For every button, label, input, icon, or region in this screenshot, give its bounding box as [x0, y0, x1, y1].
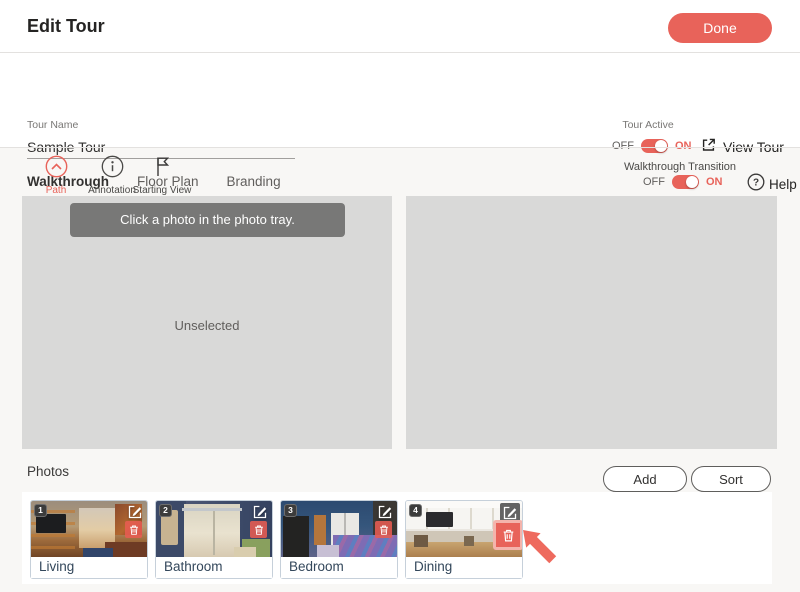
photo-number-badge: 4 — [409, 504, 422, 517]
thumbnail-art — [184, 504, 240, 557]
tour-active-off-label: OFF — [612, 140, 634, 152]
preview-panel[interactable] — [406, 196, 777, 449]
tour-active-toggle[interactable] — [641, 139, 668, 153]
tour-active-label: Tour Active — [600, 119, 696, 131]
add-photo-button[interactable]: Add — [603, 466, 687, 492]
photo-number-badge: 3 — [284, 504, 297, 517]
edit-photo-icon[interactable] — [252, 504, 268, 520]
tabs-divider — [0, 147, 800, 148]
photo-card-bathroom[interactable]: 2 Bathroom — [155, 500, 273, 579]
tour-active-toggle-row: OFF ON — [612, 139, 692, 153]
photo-number-badge: 2 — [159, 504, 172, 517]
photo-name-label: Living — [31, 557, 147, 578]
info-circle-icon — [101, 155, 124, 183]
photo-tray: 1 Living 2 Bathroom — [22, 492, 772, 584]
tool-path[interactable]: Path — [26, 155, 86, 196]
unselected-placeholder: Unselected — [22, 318, 392, 333]
toggle-knob — [655, 140, 667, 152]
tool-starting-view-label: Starting View — [132, 185, 192, 196]
tour-name-label: Tour Name — [27, 119, 78, 131]
thumbnail-art — [234, 547, 256, 557]
tool-starting-view[interactable]: Starting View — [132, 155, 192, 196]
tour-settings-bar: Tour Name Tour Active OFF ON View Tour W… — [0, 53, 800, 148]
photo-thumbnail: 2 — [156, 501, 272, 557]
delete-photo-icon[interactable] — [375, 521, 392, 538]
edit-photo-icon[interactable] — [127, 504, 143, 520]
walkthrough-transition-toggle[interactable] — [672, 175, 699, 189]
help-question-icon: ? — [747, 173, 765, 196]
thumbnail-art — [83, 548, 113, 557]
thumbnail-art — [182, 508, 242, 511]
photo-thumbnail: 1 — [31, 501, 147, 557]
transition-off-label: OFF — [643, 176, 665, 188]
photo-tray-tooltip: Click a photo in the photo tray. — [70, 203, 345, 237]
photo-card-bedroom[interactable]: 3 Bedroom — [280, 500, 398, 579]
page-title: Edit Tour — [27, 16, 105, 37]
thumbnail-art — [283, 516, 309, 557]
walkthrough-editor-panel[interactable]: Click a photo in the photo tray. Unselec… — [22, 196, 392, 449]
thumbnail-art — [314, 515, 326, 545]
thumbnail-art — [414, 535, 428, 547]
photo-name-label: Bathroom — [156, 557, 272, 578]
transition-on-label: ON — [706, 176, 723, 188]
sort-photos-button[interactable]: Sort — [691, 466, 771, 492]
delete-photo-icon-highlighted[interactable] — [493, 520, 522, 550]
photo-card-living[interactable]: 1 Living — [30, 500, 148, 579]
delete-photo-icon[interactable] — [125, 521, 142, 538]
delete-photo-icon[interactable] — [250, 521, 267, 538]
thumbnail-art — [213, 511, 215, 555]
flag-icon — [151, 155, 174, 183]
thumbnail-art — [317, 545, 339, 557]
photos-section-label: Photos — [27, 464, 69, 479]
edit-photo-icon[interactable] — [377, 504, 393, 520]
photo-number-badge: 1 — [34, 504, 47, 517]
done-button[interactable]: Done — [668, 13, 772, 43]
tool-path-label: Path — [26, 185, 86, 196]
tour-active-on-label: ON — [675, 140, 692, 152]
photo-thumbnail: 4 — [406, 501, 522, 557]
chevron-up-circle-icon — [45, 155, 68, 183]
help-label: Help — [769, 177, 797, 192]
svg-text:?: ? — [753, 178, 759, 189]
walkthrough-transition-label: Walkthrough Transition — [615, 161, 745, 173]
toggle-knob — [686, 176, 698, 188]
thumbnail-art — [333, 535, 397, 557]
thumbnail-art — [426, 512, 453, 527]
help-link[interactable]: ? Help — [747, 173, 797, 196]
photo-name-label: Bedroom — [281, 557, 397, 578]
walkthrough-transition-toggle-row: OFF ON — [643, 175, 723, 189]
photo-thumbnail: 3 — [281, 501, 397, 557]
pointer-arrow-annotation — [519, 526, 565, 577]
thumbnail-art — [464, 536, 474, 546]
photo-card-dining[interactable]: 4 Dining — [405, 500, 523, 579]
header-bar: Edit Tour Done — [0, 0, 800, 53]
photo-name-label: Dining — [406, 557, 522, 578]
